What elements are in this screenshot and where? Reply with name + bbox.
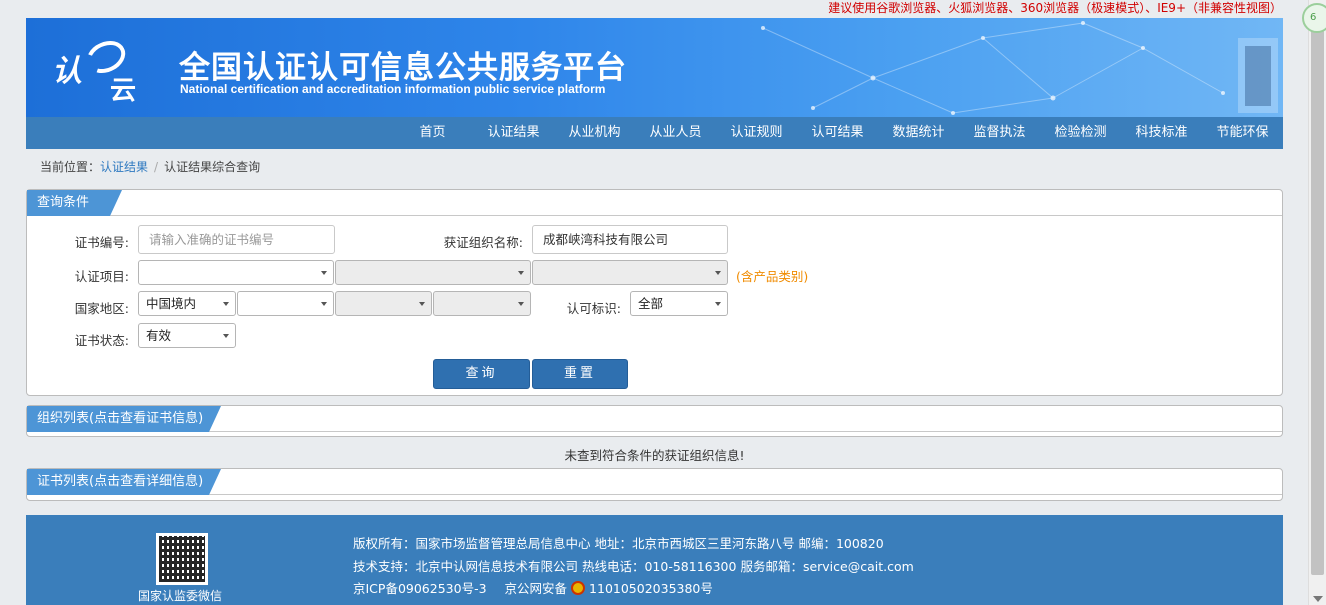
nav-item-standards[interactable]: 科技标准 <box>1121 117 1202 149</box>
search-button[interactable]: 查询 <box>433 359 530 389</box>
status-value: 有效 <box>146 328 172 343</box>
cert-no-input[interactable]: 请输入准确的证书编号 <box>138 225 335 254</box>
query-panel: 查询条件 证书编号: 请输入准确的证书编号 获证组织名称: 成都峡湾科技有限公司… <box>26 189 1283 396</box>
org-name-input[interactable]: 成都峡湾科技有限公司 <box>532 225 728 254</box>
region-country-select[interactable]: 中国境内 <box>138 291 236 316</box>
nav-item-energy[interactable]: 节能环保 <box>1202 117 1283 149</box>
cert-list-title[interactable]: 证书列表(点击查看详细信息) <box>27 469 221 495</box>
accred-value: 全部 <box>638 296 664 311</box>
region-country-value: 中国境内 <box>146 296 197 311</box>
chevron-down-icon <box>419 302 425 306</box>
site-footer: 国家认监委微信 版权所有：国家市场监督管理总局信息中心 地址：北京市西城区三里河… <box>26 515 1283 605</box>
accred-select[interactable]: 全部 <box>630 291 728 316</box>
browser-recommendation-notice: 建议使用谷歌浏览器、火狐浏览器、360浏览器（极速模式）、IE9+（非兼容性视图… <box>828 1 1282 15</box>
status-label: 证书状态: <box>74 333 129 348</box>
logo-char-1: 认 <box>52 54 82 89</box>
network-decoration <box>761 21 1278 115</box>
police-prefix: 京公网安备 <box>504 581 568 596</box>
org-list-header: 组织列表(点击查看证书信息) <box>27 406 1282 432</box>
wechat-qr-code <box>156 533 208 585</box>
scrollbar-thumb[interactable] <box>1311 30 1324 575</box>
nav-item-personnel[interactable]: 从业人员 <box>635 117 716 149</box>
nav-item-supervision[interactable]: 监督执法 <box>959 117 1040 149</box>
main-nav-bar: 首页 认证结果 从业机构 从业人员 认证规则 认可结果 数据统计 监督执法 检验… <box>26 117 1283 149</box>
cert-list-header: 证书列表(点击查看详细信息) <box>27 469 1282 495</box>
footer-support: 技术支持：北京中认网信息技术有限公司 热线电话：010-58116300 服务邮… <box>353 559 914 574</box>
breadcrumb-link[interactable]: 认证结果 <box>100 160 148 174</box>
site-logo[interactable]: 认 云 <box>52 34 152 106</box>
police-link[interactable]: 11010502035380号 <box>589 581 713 596</box>
extension-badge-icon[interactable]: 6 <box>1302 3 1326 33</box>
project-select-2[interactable] <box>335 260 531 285</box>
site-header: 认 云 全国认证认可信息公共服务平台 National certificatio… <box>26 18 1283 117</box>
site-subtitle: National certification and accreditation… <box>180 82 606 96</box>
reset-button[interactable]: 重置 <box>532 359 628 389</box>
project-select-1[interactable] <box>138 260 334 285</box>
logo-char-2: 云 <box>110 76 137 106</box>
region-city-select[interactable] <box>335 291 432 316</box>
project-hint: (含产品类别) <box>736 269 809 284</box>
nav-item-accred-results[interactable]: 认可结果 <box>797 117 878 149</box>
footer-copyright: 版权所有：国家市场监督管理总局信息中心 地址：北京市西城区三里河东路八号 邮编：… <box>353 536 884 551</box>
accred-label: 认可标识: <box>566 301 621 316</box>
chevron-down-icon <box>321 302 327 306</box>
breadcrumb-current: 认证结果综合查询 <box>164 160 261 174</box>
main-nav: 首页 认证结果 从业机构 从业人员 认证规则 认可结果 数据统计 监督执法 检验… <box>392 117 1283 149</box>
nav-item-inspection[interactable]: 检验检测 <box>1040 117 1121 149</box>
police-badge-icon <box>571 581 586 595</box>
chevron-down-icon <box>321 271 327 275</box>
scroll-down-arrow-icon[interactable] <box>1313 596 1323 602</box>
nav-item-home[interactable]: 首页 <box>392 117 473 149</box>
region-district-select[interactable] <box>433 291 531 316</box>
nav-item-cert-results[interactable]: 认证结果 <box>473 117 554 149</box>
chevron-down-icon <box>223 334 229 338</box>
region-province-select[interactable] <box>237 291 334 316</box>
query-panel-title: 查询条件 <box>27 190 122 216</box>
chevron-down-icon <box>715 271 721 275</box>
status-select[interactable]: 有效 <box>138 323 236 348</box>
icp-link[interactable]: 京ICP备09062530号-3 <box>353 581 487 596</box>
chevron-down-icon <box>518 271 524 275</box>
chevron-down-icon <box>518 302 524 306</box>
qr-caption: 国家认监委微信 <box>138 589 223 603</box>
cert-list-panel: 证书列表(点击查看详细信息) <box>26 468 1283 501</box>
project-select-3[interactable] <box>532 260 728 285</box>
footer-registration: 京ICP备09062530号-3 京公网安备 11010502035380号 <box>353 578 713 597</box>
nav-item-statistics[interactable]: 数据统计 <box>878 117 959 149</box>
region-label: 国家地区: <box>74 301 129 316</box>
site-title: 全国认证认可信息公共服务平台 <box>179 50 627 86</box>
chevron-down-icon <box>223 302 229 306</box>
org-list-panel: 组织列表(点击查看证书信息) <box>26 405 1283 437</box>
chevron-down-icon <box>715 302 721 306</box>
breadcrumb-separator: / <box>154 160 159 174</box>
project-label: 认证项目: <box>74 269 129 284</box>
breadcrumb-prefix: 当前位置： <box>40 160 101 174</box>
page-scrollbar[interactable] <box>1308 0 1326 605</box>
org-list-title[interactable]: 组织列表(点击查看证书信息) <box>27 406 221 432</box>
org-name-label: 获证组织名称: <box>443 235 523 250</box>
org-list-empty-message: 未查到符合条件的获证组织信息! <box>564 448 745 463</box>
nav-item-cert-rules[interactable]: 认证规则 <box>716 117 797 149</box>
cert-no-label: 证书编号: <box>74 235 129 250</box>
nav-item-institutions[interactable]: 从业机构 <box>554 117 635 149</box>
query-panel-header: 查询条件 <box>27 190 1282 216</box>
breadcrumb: 当前位置：认证结果 / 认证结果综合查询 <box>40 157 1297 177</box>
